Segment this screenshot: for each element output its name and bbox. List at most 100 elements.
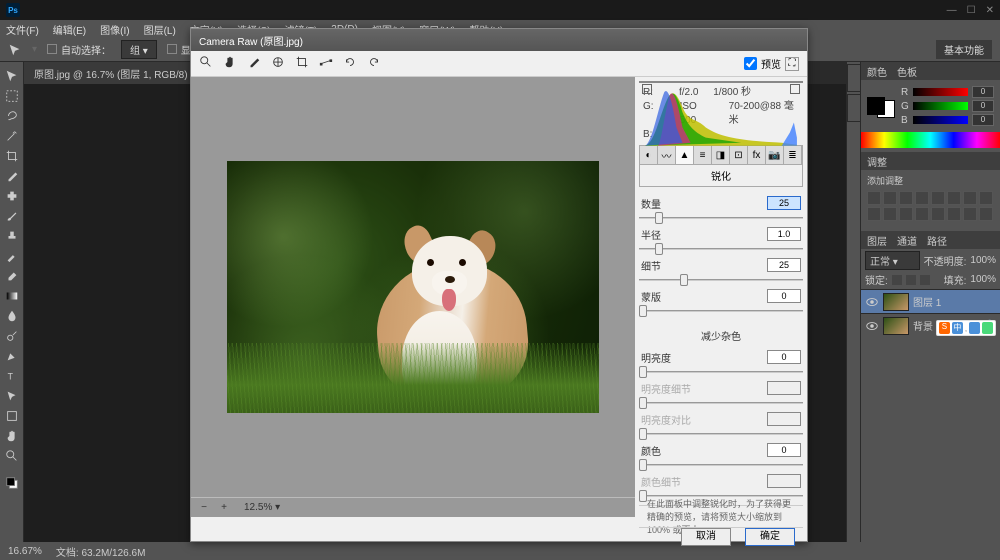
curve-tab-icon[interactable]: 〰 (658, 146, 676, 164)
ime-indicator[interactable]: S 中 , (936, 320, 996, 336)
dialog-titlebar[interactable]: Camera Raw (原图.jpg) (191, 29, 807, 51)
fx-tab-icon[interactable]: fx (748, 146, 766, 164)
eyedropper-tool-icon[interactable] (1, 166, 23, 186)
pen-tool-icon[interactable] (1, 346, 23, 366)
type-tool-icon[interactable]: T (1, 366, 23, 386)
blend-mode-dropdown[interactable]: 正常 ▾ (865, 251, 920, 270)
lock-pixels-icon[interactable] (892, 275, 902, 285)
close-icon[interactable]: ✕ (986, 5, 994, 16)
wand-tool-icon[interactable] (1, 126, 23, 146)
heal-tool-icon[interactable] (1, 186, 23, 206)
slider-value-input[interactable] (767, 227, 801, 241)
brush-tool-icon[interactable] (1, 206, 23, 226)
crop-tool-icon[interactable] (1, 146, 23, 166)
adj-invert-icon[interactable] (915, 207, 929, 221)
dodge-tool-icon[interactable] (1, 326, 23, 346)
layer-name[interactable]: 图层 1 (913, 294, 941, 309)
slider-track[interactable] (639, 305, 803, 317)
adjustments-panel-tab[interactable]: 调整 (867, 154, 887, 169)
preview-checkbox[interactable] (744, 57, 757, 70)
zoom-dropdown[interactable]: 12.5% ▾ (237, 500, 287, 515)
workspace-switcher[interactable]: 基本功能 (936, 40, 992, 59)
zoom-level[interactable]: 16.67% (8, 546, 42, 557)
menu-file[interactable]: 文件(F) (6, 22, 39, 37)
history-brush-tool-icon[interactable] (1, 246, 23, 266)
slider-track[interactable] (639, 366, 803, 378)
move-tool-icon[interactable] (1, 66, 23, 86)
adj-colorbalance-icon[interactable] (963, 191, 977, 205)
layers-panel-tab[interactable]: 图层 (867, 233, 887, 248)
adj-levels-icon[interactable] (883, 191, 897, 205)
cr-wb-tool-icon[interactable] (247, 55, 261, 72)
cr-sampler-tool-icon[interactable] (271, 55, 285, 72)
adj-bw-icon[interactable] (979, 191, 993, 205)
paths-panel-tab[interactable]: 路径 (927, 233, 947, 248)
slider-value-input[interactable] (767, 350, 801, 364)
detail-tab-icon[interactable]: ▲ (676, 146, 694, 164)
layer-thumbnail[interactable] (883, 317, 909, 335)
cr-rotate-cw-icon[interactable] (367, 55, 381, 72)
slider-track[interactable] (639, 459, 803, 471)
hsl-tab-icon[interactable]: ≡ (694, 146, 712, 164)
hand-tool-icon[interactable] (1, 426, 23, 446)
histogram[interactable] (639, 81, 803, 83)
adj-photo-filter-icon[interactable] (867, 207, 881, 221)
g-value[interactable]: 0 (972, 100, 994, 112)
path-select-tool-icon[interactable] (1, 386, 23, 406)
slider-value-input[interactable] (767, 258, 801, 272)
doc-info[interactable]: 文档: 63.2M/126.6M (56, 544, 145, 559)
lasso-tool-icon[interactable] (1, 106, 23, 126)
cr-hand-tool-icon[interactable] (223, 55, 237, 72)
move-tool-preset-icon[interactable] (8, 43, 22, 57)
lock-all-icon[interactable] (920, 275, 930, 285)
adj-posterize-icon[interactable] (931, 207, 945, 221)
adj-lookup-icon[interactable] (899, 207, 913, 221)
zoom-tool-icon[interactable] (1, 446, 23, 466)
b-slider[interactable] (913, 116, 968, 124)
stamp-tool-icon[interactable] (1, 226, 23, 246)
adj-brightness-icon[interactable] (867, 191, 881, 205)
visibility-icon[interactable] (865, 295, 879, 309)
b-value[interactable]: 0 (972, 114, 994, 126)
visibility-icon[interactable] (865, 319, 879, 333)
layer-name[interactable]: 背景 (913, 318, 933, 333)
adj-exposure-icon[interactable] (915, 191, 929, 205)
cr-crop-tool-icon[interactable] (295, 55, 309, 72)
fg-bg-swatch[interactable] (867, 84, 895, 128)
slider-track[interactable] (639, 212, 803, 224)
lock-position-icon[interactable] (906, 275, 916, 285)
auto-select-checkbox[interactable] (47, 44, 57, 54)
layer-row-layer1[interactable]: 图层 1 (861, 289, 1000, 313)
channels-panel-tab[interactable]: 通道 (897, 233, 917, 248)
g-slider[interactable] (913, 102, 968, 110)
opacity-value[interactable]: 100% (970, 255, 996, 266)
maximize-icon[interactable]: ☐ (967, 5, 976, 16)
presets-tab-icon[interactable]: ≣ (784, 146, 802, 164)
fullscreen-icon[interactable]: ⛶ (785, 57, 799, 71)
gradient-tool-icon[interactable] (1, 286, 23, 306)
show-transform-checkbox[interactable] (167, 44, 177, 54)
slider-value-input[interactable] (767, 443, 801, 457)
slider-value-input[interactable] (767, 196, 801, 210)
auto-select-dropdown[interactable]: 组 ▾ (121, 40, 157, 59)
cancel-button[interactable]: 取消 (681, 528, 731, 546)
menu-image[interactable]: 图像(I) (100, 22, 129, 37)
r-slider[interactable] (913, 88, 968, 96)
menu-layer[interactable]: 图层(L) (144, 22, 176, 37)
cr-zoom-tool-icon[interactable] (199, 55, 213, 72)
split-tab-icon[interactable]: ◨ (712, 146, 730, 164)
fill-value[interactable]: 100% (970, 274, 996, 285)
cr-rotate-ccw-icon[interactable] (343, 55, 357, 72)
zoom-out-button[interactable]: − (197, 501, 211, 515)
basic-tab-icon[interactable]: ◐ (640, 146, 658, 164)
slider-value-input[interactable] (767, 289, 801, 303)
shape-tool-icon[interactable] (1, 406, 23, 426)
color-panel-tab[interactable]: 颜色 (867, 64, 887, 79)
r-value[interactable]: 0 (972, 86, 994, 98)
adj-selective-icon[interactable] (979, 207, 993, 221)
preview-image[interactable] (227, 161, 599, 413)
marquee-tool-icon[interactable] (1, 86, 23, 106)
adj-curves-icon[interactable] (899, 191, 913, 205)
layer-thumbnail[interactable] (883, 293, 909, 311)
spectrum-picker[interactable] (861, 132, 1000, 148)
